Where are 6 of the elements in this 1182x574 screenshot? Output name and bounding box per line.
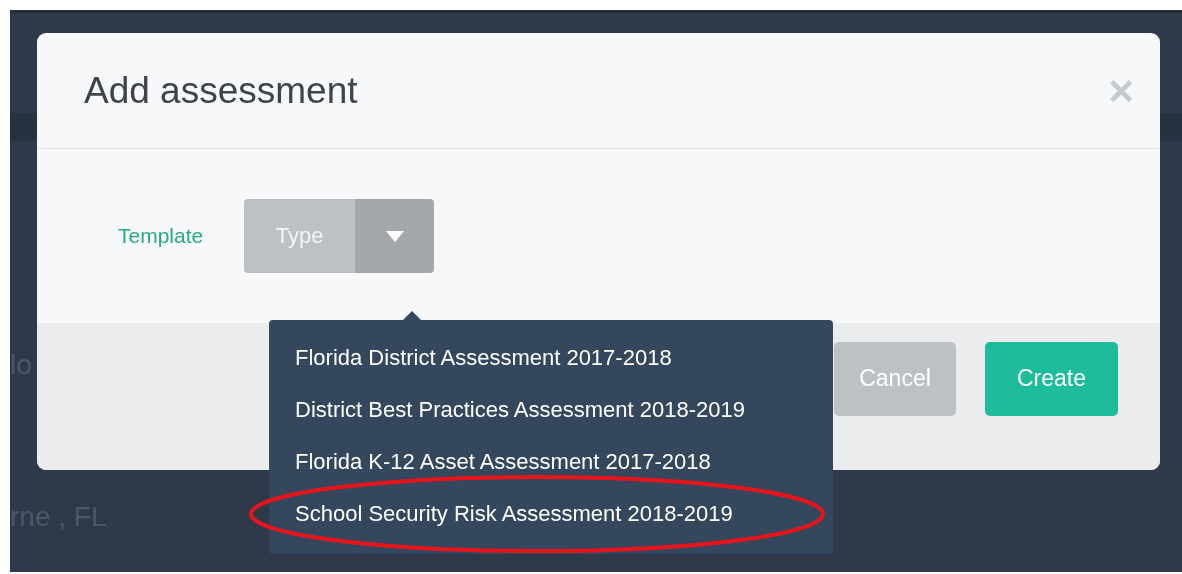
dialog-title: Add assessment: [84, 69, 358, 112]
field-label: Template: [118, 224, 204, 248]
menu-option[interactable]: Florida K-12 Asset Assessment 2017-2018: [295, 449, 711, 475]
menu-option[interactable]: Florida District Assessment 2017-2018: [295, 345, 672, 371]
caret-icon: [385, 230, 404, 242]
menu-option[interactable]: District Best Practices Assessment 2018-2019: [295, 397, 745, 423]
